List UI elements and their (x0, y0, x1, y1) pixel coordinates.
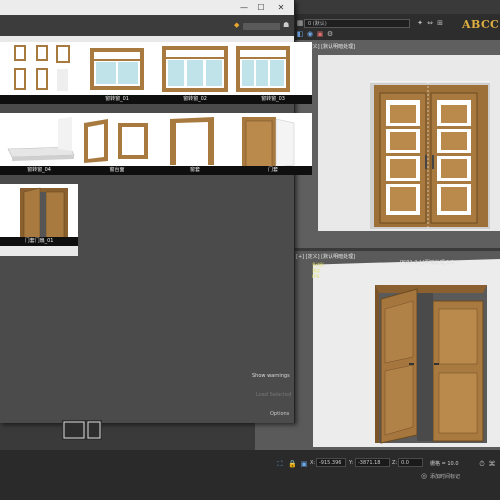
snap-icon[interactable]: ✦ (416, 19, 424, 27)
thumbnail-selection-strip (0, 246, 78, 256)
minimize-button[interactable]: — (238, 2, 250, 13)
double-door-elevation (370, 81, 490, 229)
thumbnail-caption: 窗转窗_03 (234, 95, 312, 104)
options-button[interactable]: Options (270, 411, 289, 417)
selection-set-dropdown[interactable]: 0 (默认) (304, 19, 410, 28)
settings-icon[interactable]: ⚙ (326, 30, 334, 38)
thumbnail-image (0, 184, 78, 241)
thumbnail-image (78, 113, 156, 170)
viewport-bottom-label[interactable]: [+] [定义] [默认明暗处理] (296, 253, 355, 260)
grid-size-text: 栅格 = 10.0 (430, 461, 459, 467)
thumbnail-caption (0, 95, 78, 104)
close-button[interactable]: ✕ (275, 2, 287, 13)
viewport-layout-icon[interactable]: ▦ (296, 19, 304, 27)
tag-icon[interactable]: ◆ (234, 21, 242, 29)
thumbnail-image (156, 113, 234, 170)
background-thumbnail (62, 420, 102, 440)
thumbnail-item-6[interactable]: 窗套 (156, 113, 234, 175)
add-time-tag[interactable]: 添加时间标记 (430, 473, 460, 480)
maximize-button[interactable]: ☐ (255, 2, 267, 13)
thumbnail-caption: 窗套 (156, 166, 234, 175)
thumbnail-caption: 窗转窗_01 (78, 95, 156, 104)
thumbnail-item-3[interactable]: 窗转窗_03 (234, 42, 312, 104)
font-button-c[interactable]: C (481, 18, 490, 31)
thumbnail-item-5[interactable]: 窗台面 (78, 113, 156, 175)
window-set-icon (14, 45, 70, 91)
double-door-perspective (375, 285, 487, 444)
time-config-icon[interactable]: ⏱ (478, 460, 486, 468)
thumbnail-item-7[interactable]: 门套 (234, 113, 312, 175)
load-selected-button[interactable]: Load Selected (256, 392, 291, 398)
panel-titlebar[interactable]: — ☐ ✕ (0, 0, 294, 15)
font-button-b[interactable]: B (471, 18, 480, 31)
thumbnail-image (234, 113, 312, 170)
window-icon (236, 46, 290, 92)
key-filter-icon[interactable]: ⌘ (488, 460, 496, 468)
thumbnail-caption: 窗转窗_02 (156, 95, 234, 104)
material-icon[interactable]: ◉ (306, 30, 314, 38)
window-casing-icon (84, 119, 148, 163)
selection-lock-icon[interactable]: ⛶ (276, 460, 284, 468)
window-icon (90, 48, 144, 90)
viewport-bottom-title: PSR1 2 ] [明暗处理 1/1 (400, 260, 455, 266)
font-button-c2[interactable]: C (490, 18, 499, 31)
thumbnail-caption: 门套 (234, 166, 312, 175)
viewport-bottom-canvas[interactable] (313, 259, 500, 447)
mirror-icon[interactable]: ⇔ (426, 19, 434, 27)
viewport-stats: 多边形 顶点 FPS (312, 262, 324, 280)
thumbnail-item-4[interactable]: 窗转窗_04 (0, 113, 78, 175)
thumbnail-image (156, 42, 234, 99)
thumbnail-item-0[interactable] (0, 42, 78, 104)
model-library-panel: — ☐ ✕ ◆ ☗ 窗转窗_01 窗转窗_02 窗转窗_03 窗转窗_04 窗台… (0, 0, 312, 423)
z-label: Z: (392, 460, 398, 466)
show-warnings-toggle[interactable]: Show warnings (252, 373, 290, 379)
thumbnail-image (0, 113, 78, 170)
thumbnail-item-1[interactable]: 窗转窗_01 (78, 42, 156, 104)
window-icon (162, 46, 228, 92)
door-frame-icon (170, 117, 214, 165)
thumbnail-image (0, 42, 78, 99)
layer-icon[interactable]: ◧ (296, 30, 304, 38)
thumbnail-caption: 窗台面 (78, 166, 156, 175)
time-tag-icon[interactable]: ◎ (420, 472, 428, 480)
thumbnail-item-8[interactable]: 门套门扇_01 (0, 184, 78, 246)
stat-fps: FPS (312, 274, 320, 279)
render-icon[interactable]: ▣ (316, 30, 324, 38)
thumbnail-item-2[interactable]: 窗转窗_02 (156, 42, 234, 104)
double-door-icon (20, 187, 68, 239)
x-coordinate-field[interactable]: -915.396 (316, 458, 346, 467)
window-sketch-icon (63, 421, 101, 439)
y-label: Y: (349, 460, 354, 466)
viewport-top-canvas[interactable] (318, 55, 500, 231)
thumbnail-caption: 窗转窗_04 (0, 166, 78, 175)
align-icon[interactable]: ⊞ (436, 19, 444, 27)
absolute-mode-icon[interactable]: ▣ (300, 460, 308, 468)
window-sill-icon (7, 117, 75, 161)
door-icon (242, 117, 295, 168)
y-coordinate-field[interactable]: -3871.18 (355, 458, 390, 467)
font-button-a[interactable]: A (462, 18, 471, 31)
lock-icon[interactable]: 🔒 (288, 460, 297, 468)
panel-search-input[interactable] (243, 23, 280, 30)
x-label: X: (310, 460, 316, 466)
thumbnail-image (234, 42, 312, 99)
person-icon[interactable]: ☗ (283, 21, 291, 29)
z-coordinate-field[interactable]: 0.0 (398, 458, 423, 467)
thumbnail-caption: 门套门扇_01 (0, 237, 78, 246)
thumbnail-image (78, 42, 156, 99)
